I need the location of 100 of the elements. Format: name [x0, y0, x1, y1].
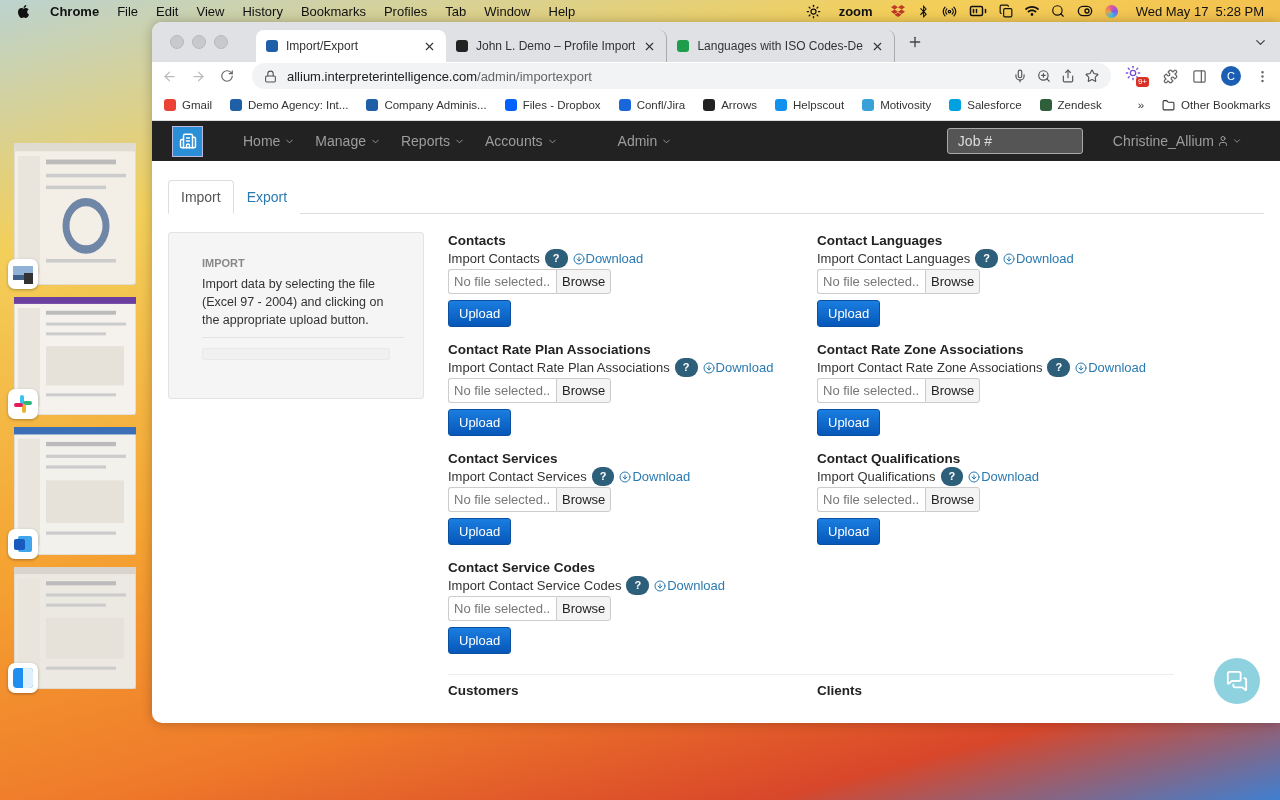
- bookmark-item[interactable]: Salesforce: [949, 99, 1022, 111]
- import-label: Import Contact Rate Zone Associations: [817, 359, 1043, 376]
- bookmark-item[interactable]: Helpscout: [775, 99, 845, 111]
- download-link[interactable]: Download: [1002, 250, 1074, 267]
- nav-menu[interactable]: Home: [233, 133, 306, 149]
- section-title: Customers: [448, 683, 520, 698]
- upload-button[interactable]: Upload: [817, 518, 881, 545]
- file-field[interactable]: No file selected...: [448, 596, 556, 621]
- download-link[interactable]: Download: [619, 468, 691, 485]
- bookmark-item[interactable]: Arrows: [703, 99, 757, 111]
- download-icon: [702, 361, 715, 374]
- browser-tab[interactable]: Languages with ISO Codes-De: [667, 30, 895, 62]
- browse-button[interactable]: Browse: [925, 378, 981, 403]
- upload-button[interactable]: Upload: [448, 518, 512, 545]
- address-bar[interactable]: allium.interpreterintelligence.com/admin/importexport: [252, 63, 1111, 89]
- chat-icon: [1226, 670, 1248, 692]
- menu-item[interactable]: File: [108, 3, 148, 19]
- browser-tab[interactable]: Import/Export: [256, 30, 446, 62]
- file-field[interactable]: No file selected...: [817, 487, 925, 512]
- download-link[interactable]: Download: [968, 468, 1040, 485]
- menu-item[interactable]: History: [233, 3, 292, 19]
- wifi-icon[interactable]: [1024, 4, 1039, 18]
- screen-mirror-icon[interactable]: [998, 4, 1013, 18]
- menu-item[interactable]: Bookmarks: [291, 3, 375, 19]
- menu-item[interactable]: Chrome: [41, 3, 109, 19]
- upload-button[interactable]: Upload: [448, 409, 512, 436]
- file-field[interactable]: No file selected...: [817, 378, 925, 403]
- profile-avatar[interactable]: C: [1221, 66, 1241, 86]
- logo-icon[interactable]: [172, 125, 203, 157]
- puzzle-icon[interactable]: [1163, 68, 1178, 84]
- file-field[interactable]: No file selected...: [448, 269, 556, 294]
- bookmark-item[interactable]: Zendesk: [1039, 99, 1102, 111]
- apple-icon[interactable]: [16, 3, 31, 19]
- section-title: Contact Services: [448, 450, 558, 467]
- bookmark-item[interactable]: Gmail: [164, 99, 213, 111]
- menu-item[interactable]: Edit: [147, 3, 188, 19]
- bookmark-item[interactable]: Motivosity: [862, 99, 932, 111]
- browse-button[interactable]: Browse: [556, 487, 612, 512]
- section-title: Contact Qualifications: [817, 450, 961, 467]
- help-badge[interactable]: ?: [1047, 358, 1071, 377]
- zoom-status-item[interactable]: zoom: [832, 3, 879, 19]
- browse-button[interactable]: Browse: [556, 269, 612, 294]
- document-app-icon: [8, 529, 38, 559]
- help-badge[interactable]: ?: [544, 249, 568, 268]
- bookmark-folder[interactable]: Other Bookmarks: [1162, 98, 1271, 112]
- clock-text[interactable]: Wed May 17 5:28 PM: [1129, 3, 1270, 19]
- control-toggle-icon[interactable]: [1076, 3, 1093, 19]
- browse-button[interactable]: Browse: [925, 487, 981, 512]
- download-link[interactable]: Download: [1075, 359, 1146, 376]
- section-title: Contact Rate Zone Associations: [817, 341, 1024, 358]
- bookmark-item[interactable]: Demo Agency: Int...: [230, 99, 349, 111]
- window-thumbnail[interactable]: [14, 297, 136, 415]
- sun-icon[interactable]: [805, 3, 821, 19]
- job-search-field[interactable]: Job #: [946, 128, 1083, 154]
- download-link[interactable]: Download: [654, 577, 725, 594]
- download-link[interactable]: Download: [572, 250, 644, 267]
- help-badge[interactable]: ?: [674, 358, 698, 377]
- bookmark-item[interactable]: Files - Dropbox: [504, 99, 601, 111]
- page-tab[interactable]: Import: [168, 180, 234, 214]
- upload-button[interactable]: Upload: [817, 300, 881, 327]
- menu-item[interactable]: Profiles: [374, 3, 437, 19]
- upload-button[interactable]: Upload: [448, 627, 512, 654]
- upload-button[interactable]: Upload: [817, 409, 881, 436]
- section-title: Contacts: [448, 232, 506, 249]
- nav-menu[interactable]: Admin: [607, 133, 683, 149]
- browse-button[interactable]: Browse: [556, 378, 612, 403]
- window-thumbnail[interactable]: [14, 143, 136, 285]
- browse-button[interactable]: Browse: [556, 596, 612, 621]
- help-badge[interactable]: ?: [975, 249, 998, 268]
- user-menu[interactable]: Christine_Allium: [1112, 133, 1242, 149]
- reload-icon[interactable]: [220, 69, 234, 83]
- menu-item[interactable]: View: [187, 3, 234, 19]
- window-thumbnail[interactable]: [14, 567, 136, 689]
- side-panel-icon[interactable]: [1192, 68, 1207, 84]
- menu-item[interactable]: Tab: [436, 3, 476, 19]
- help-badge[interactable]: ?: [591, 467, 615, 486]
- import-label: Import Contact Rate Plan Associations: [448, 359, 670, 376]
- help-badge[interactable]: ?: [626, 576, 650, 595]
- file-field[interactable]: No file selected...: [448, 487, 556, 512]
- file-field[interactable]: No file selected...: [817, 269, 925, 294]
- nav-menu[interactable]: Manage: [305, 133, 391, 149]
- download-icon: [968, 470, 981, 483]
- orb-icon[interactable]: [1104, 4, 1118, 18]
- menu-item[interactable]: Window: [475, 3, 540, 19]
- search-icon[interactable]: [1050, 4, 1065, 18]
- download-link[interactable]: Download: [702, 359, 774, 376]
- help-badge[interactable]: ?: [940, 467, 964, 486]
- open-box-icon[interactable]: [890, 4, 905, 18]
- file-field[interactable]: No file selected...: [448, 378, 556, 403]
- upload-button[interactable]: Upload: [448, 300, 512, 327]
- menu-item[interactable]: Help: [539, 3, 585, 19]
- window-thumbnail[interactable]: [14, 427, 136, 555]
- nav-menu[interactable]: Reports: [390, 133, 475, 149]
- bookmark-item[interactable]: Confl/Jira: [618, 99, 686, 111]
- bookmark-item[interactable]: Company Adminis...: [366, 99, 487, 111]
- browser-tab[interactable]: John L. Demo – Profile Import: [446, 30, 668, 62]
- import-label: Import Contact Service Codes: [448, 577, 622, 594]
- browse-button[interactable]: Browse: [925, 269, 981, 294]
- nav-menu[interactable]: Accounts: [475, 133, 568, 149]
- more-bookmarks-button[interactable]: »: [1137, 99, 1145, 111]
